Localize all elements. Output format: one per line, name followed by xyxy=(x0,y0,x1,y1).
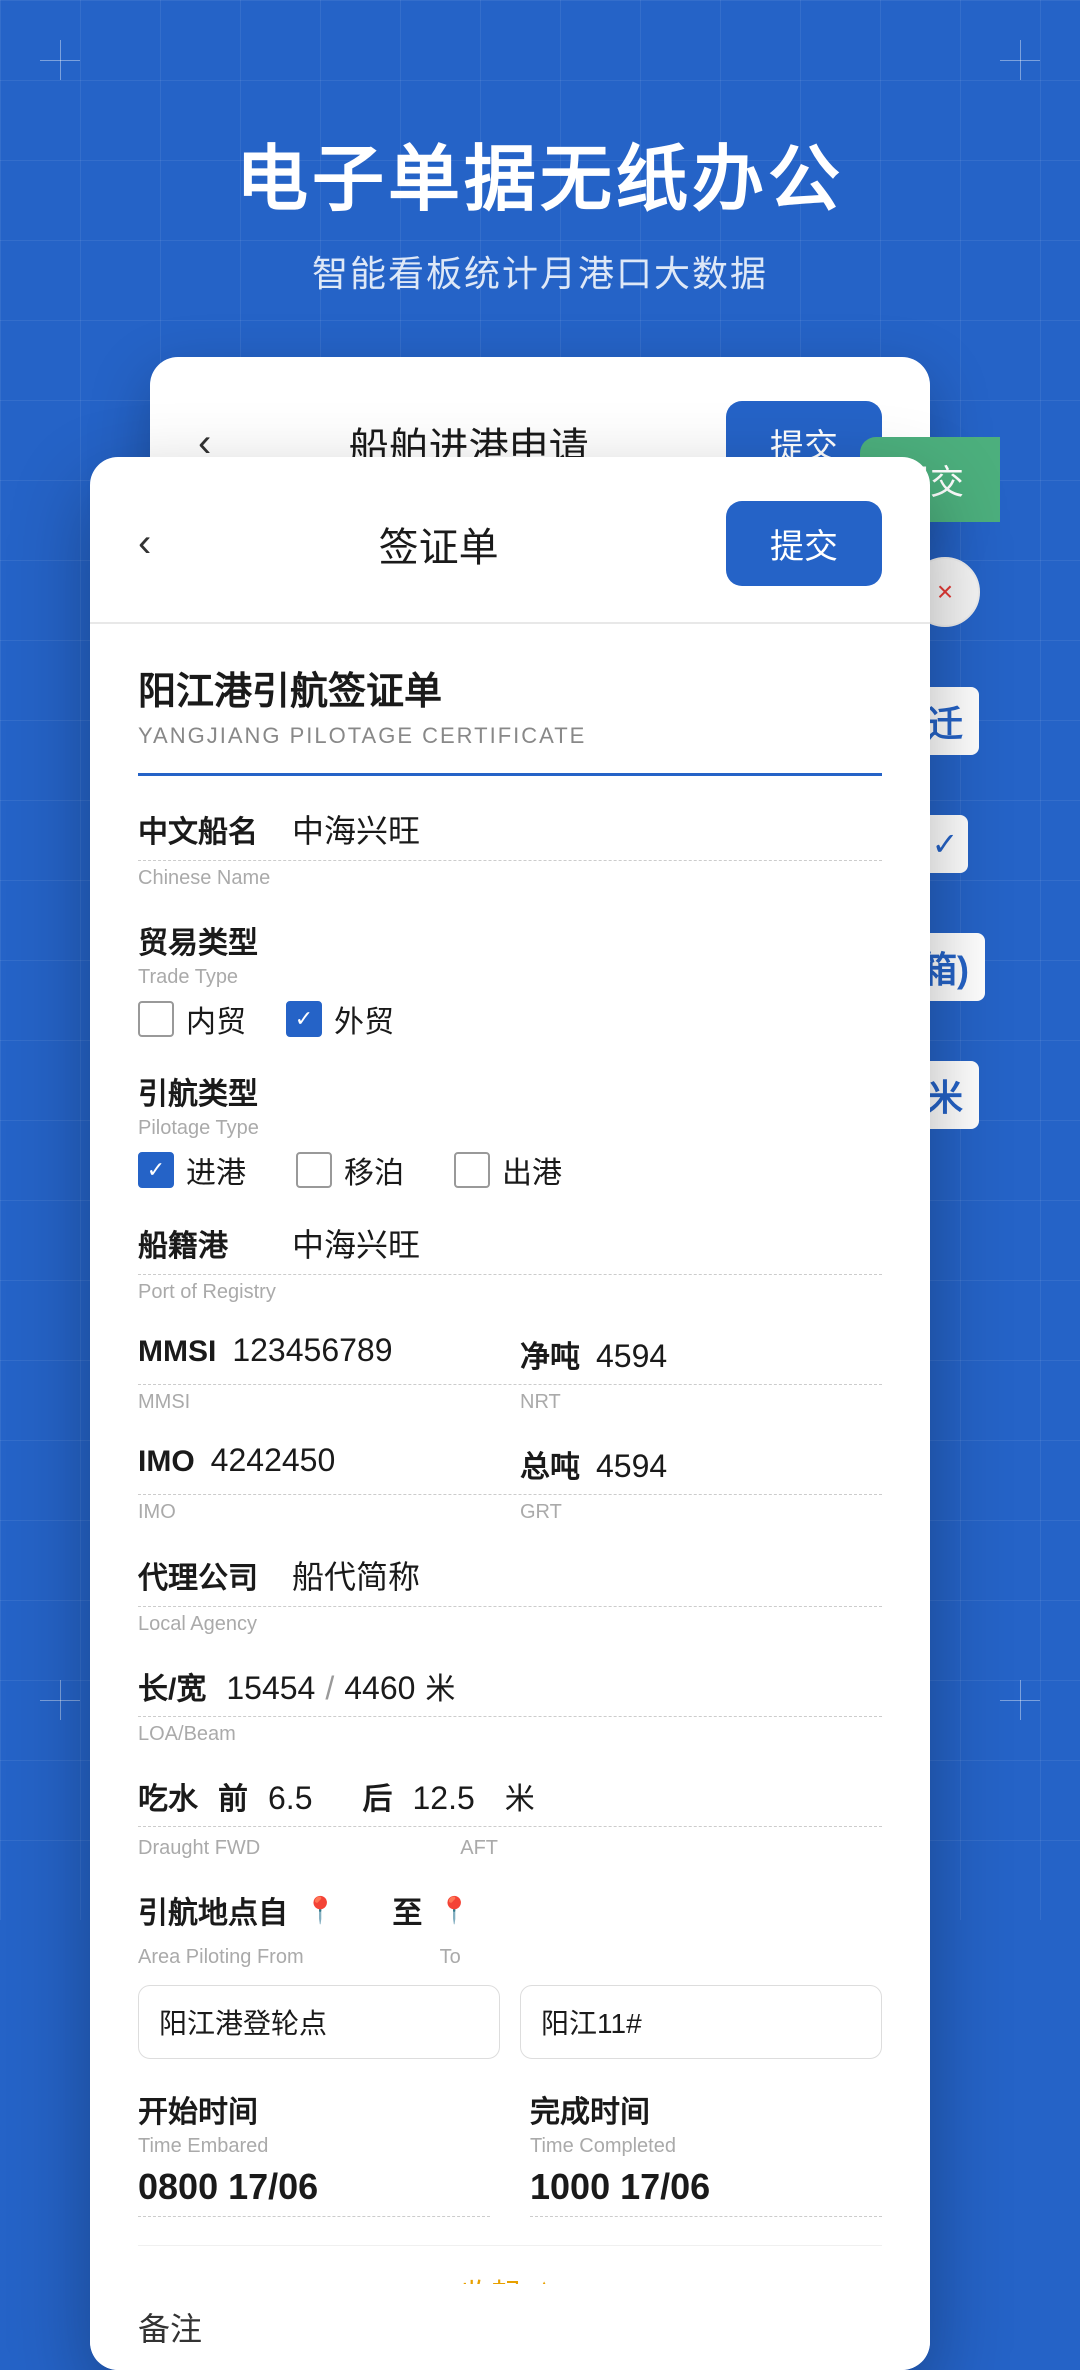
port-registry-value[interactable]: 中海兴旺 xyxy=(292,1220,420,1266)
hero-subtitle: 智能看板统计月港口大数据 xyxy=(236,245,844,297)
time-end-en-label: Time Completed xyxy=(530,2135,882,2158)
time-end-col: 完成时间 Time Completed 1000 17/06 xyxy=(530,2087,882,2217)
trade-inner-checkbox[interactable] xyxy=(138,1001,174,1037)
pilotage-move-label: 移泊 xyxy=(344,1148,404,1192)
time-end-value[interactable]: 1000 17/06 xyxy=(530,2166,882,2217)
time-end-label: 完成时间 xyxy=(530,2087,882,2131)
pilotage-exit-checkbox[interactable] xyxy=(454,1152,490,1188)
time-row: 开始时间 Time Embared 0800 17/06 完成时间 Time C… xyxy=(138,2087,882,2217)
draught-aft-zh: 后 xyxy=(362,1774,392,1818)
nrt-label: 净吨 xyxy=(520,1332,580,1376)
time-start-label: 开始时间 xyxy=(138,2087,490,2131)
loa-value[interactable]: 15454 xyxy=(226,1670,315,1707)
area-row: 引航地点自 📍 至 📍 Area Piloting From To 阳江港登轮点… xyxy=(138,1888,882,2059)
front-card-header: ‹ 签证单 提交 xyxy=(90,457,930,624)
imo-grt-row: IMO 4242450 总吨 4594 IMO GRT xyxy=(138,1442,882,1524)
area-to-value[interactable]: 阳江11# xyxy=(520,1985,882,2059)
cards-container: ‹ 船舶进港申请 提交 提交 × 迁 ✓ 箱) 米 ‹ 签证单 提交 xyxy=(90,357,990,1657)
agency-label: 代理公司 xyxy=(138,1562,258,1595)
port-registry-row: 船籍港 中海兴旺 Port of Registry xyxy=(138,1220,882,1304)
agency-en-label: Local Agency xyxy=(138,1613,882,1636)
port-registry-en-label: Port of Registry xyxy=(138,1281,882,1304)
time-start-col: 开始时间 Time Embared 0800 17/06 xyxy=(138,2087,490,2217)
draught-row: 吃水 前 6.5 后 12.5 米 Draught FWD AFT xyxy=(138,1774,882,1860)
pin-from-icon: 📍 xyxy=(304,1895,336,1926)
cert-title-en: YANGJIANG PILOTAGE CERTIFICATE xyxy=(138,723,882,749)
pilotage-move-option[interactable]: 移泊 xyxy=(296,1148,404,1192)
pilotage-move-checkbox[interactable] xyxy=(296,1152,332,1188)
imo-value[interactable]: 4242450 xyxy=(211,1442,336,1479)
hero-title: 电子单据无纸办公 xyxy=(236,120,844,225)
trade-type-row: 贸易类型 Trade Type 内贸 ✓ 外贸 xyxy=(138,918,882,1041)
mmsi-en-label: MMSI xyxy=(138,1391,190,1413)
cert-header: 阳江港引航签证单 YANGJIANG PILOTAGE CERTIFICATE xyxy=(138,660,882,776)
pilotage-type-label: 引航类型 xyxy=(138,1069,882,1113)
bottom-partial: 备注 xyxy=(90,2284,930,2370)
chinese-name-label: 中文船名 xyxy=(138,807,268,851)
trade-inner-label: 内贸 xyxy=(186,997,246,1041)
loa-slash: / xyxy=(325,1670,334,1707)
chinese-name-row: 中文船名 中海兴旺 Chinese Name xyxy=(138,806,882,890)
draught-fwd-en: Draught FWD xyxy=(138,1837,260,1860)
imo-label: IMO xyxy=(138,1445,195,1479)
trade-type-en-label: Trade Type xyxy=(138,966,882,989)
draught-fwd-value[interactable]: 6.5 xyxy=(268,1780,312,1817)
draught-aft-en: AFT xyxy=(460,1837,498,1860)
trade-outer-label: 外贸 xyxy=(334,997,394,1041)
mmsi-value[interactable]: 123456789 xyxy=(232,1332,392,1369)
form-content: 阳江港引航签证单 YANGJIANG PILOTAGE CERTIFICATE … xyxy=(90,624,930,2370)
pilotage-type-row: 引航类型 Pilotage Type ✓ 进港 移泊 出 xyxy=(138,1069,882,1192)
loa-unit: 米 xyxy=(425,1664,455,1708)
loa-en-label: LOA/Beam xyxy=(138,1723,882,1746)
area-from-en: Area Piloting From xyxy=(138,1946,304,1969)
area-from-value[interactable]: 阳江港登轮点 xyxy=(138,1985,500,2059)
draught-aft-value[interactable]: 12.5 xyxy=(412,1780,474,1817)
trade-type-label: 贸易类型 xyxy=(138,918,882,962)
agency-value[interactable]: 船代简称 xyxy=(292,1552,420,1598)
front-card-title: 签证单 xyxy=(379,515,499,573)
time-start-en-label: Time Embared xyxy=(138,2135,490,2158)
mmsi-nrt-row: MMSI 123456789 净吨 4594 MMSI NR xyxy=(138,1332,882,1414)
trade-outer-option[interactable]: ✓ 外贸 xyxy=(286,997,394,1041)
pilotage-enter-option[interactable]: ✓ 进港 xyxy=(138,1148,246,1192)
pilotage-exit-option[interactable]: 出港 xyxy=(454,1148,562,1192)
area-from-label: 引航地点自 xyxy=(138,1888,288,1932)
trade-outer-checkbox[interactable]: ✓ xyxy=(286,1001,322,1037)
trade-inner-option[interactable]: 内贸 xyxy=(138,997,246,1041)
pin-to-icon: 📍 xyxy=(438,1895,470,1926)
front-submit-button[interactable]: 提交 xyxy=(726,501,882,586)
nrt-value[interactable]: 4594 xyxy=(596,1338,667,1375)
hero-section: 电子单据无纸办公 智能看板统计月港口大数据 xyxy=(236,0,844,297)
front-back-arrow-icon[interactable]: ‹ xyxy=(138,521,151,566)
trade-options: 内贸 ✓ 外贸 xyxy=(138,997,882,1041)
beam-value[interactable]: 4460 xyxy=(344,1670,415,1707)
draught-label: 吃水 xyxy=(138,1774,198,1818)
agency-row: 代理公司 船代简称 Local Agency xyxy=(138,1552,882,1636)
draught-fwd-zh: 前 xyxy=(218,1774,248,1818)
port-registry-label: 船籍港 xyxy=(138,1221,268,1265)
front-card: ‹ 签证单 提交 阳江港引航签证单 YANGJIANG PILOTAGE CER… xyxy=(90,457,930,2370)
loa-row: 长/宽 15454 / 4460 米 LOA/Beam xyxy=(138,1664,882,1746)
pilotage-options: ✓ 进港 移泊 出港 xyxy=(138,1148,882,1192)
time-start-value[interactable]: 0800 17/06 xyxy=(138,2166,490,2217)
mmsi-label: MMSI xyxy=(138,1335,216,1369)
nrt-en-label: NRT xyxy=(520,1391,561,1413)
bottom-text: 备注 xyxy=(138,2311,202,2347)
chinese-name-en-label: Chinese Name xyxy=(138,867,882,890)
pilotage-exit-label: 出港 xyxy=(502,1148,562,1192)
draught-unit: 米 xyxy=(505,1774,535,1818)
chinese-name-value[interactable]: 中海兴旺 xyxy=(292,806,420,852)
grt-value[interactable]: 4594 xyxy=(596,1448,667,1485)
area-to-en: To xyxy=(440,1946,461,1969)
grt-label: 总吨 xyxy=(520,1442,580,1486)
area-to-label: 至 xyxy=(392,1888,422,1932)
loa-label: 长/宽 xyxy=(138,1664,206,1708)
grt-en-label: GRT xyxy=(520,1501,562,1523)
pilotage-enter-checkbox[interactable]: ✓ xyxy=(138,1152,174,1188)
cert-title-zh: 阳江港引航签证单 xyxy=(138,660,882,715)
imo-en-label: IMO xyxy=(138,1501,176,1523)
pilotage-type-en-label: Pilotage Type xyxy=(138,1117,882,1140)
pilotage-enter-label: 进港 xyxy=(186,1148,246,1192)
